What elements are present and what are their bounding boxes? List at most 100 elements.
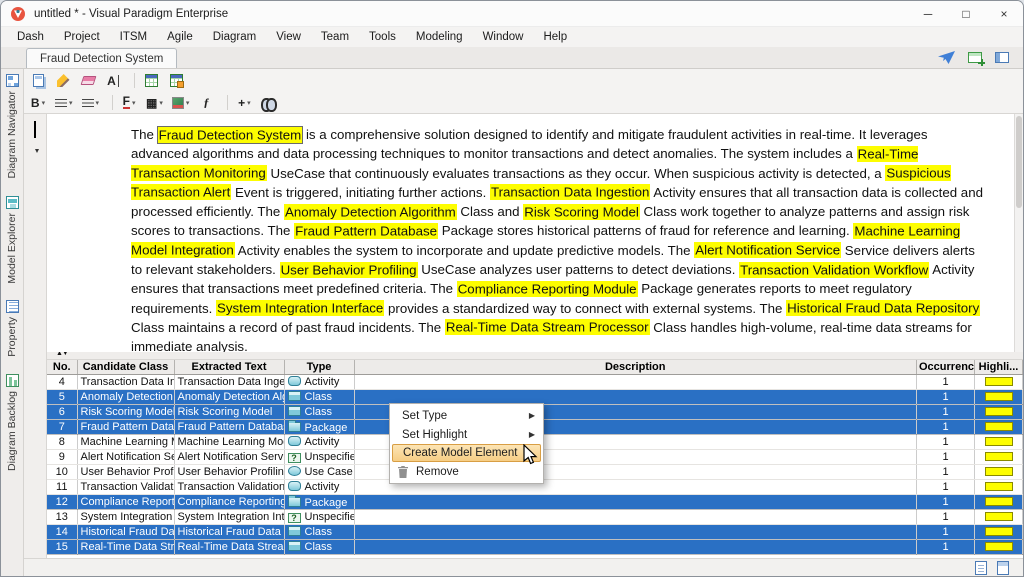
highlight-term[interactable]: Alert Notification Service	[694, 242, 841, 258]
highlight-term[interactable]: Fraud Pattern Database	[294, 223, 438, 239]
menu-view[interactable]: View	[266, 29, 311, 45]
highlight-term[interactable]: Fraud Detection System	[158, 127, 303, 143]
highlight-swatch[interactable]	[985, 467, 1013, 476]
highlight-swatch[interactable]	[985, 452, 1013, 461]
highlight-swatch[interactable]	[985, 542, 1013, 551]
menu-window[interactable]: Window	[473, 29, 534, 45]
publish-icon[interactable]	[938, 51, 955, 64]
sort-toggle[interactable]: ▲▼	[56, 352, 68, 357]
formula-button[interactable]: ƒ	[196, 93, 216, 112]
dropdown-caret-icon: ▾	[186, 99, 190, 107]
table-row[interactable]: 5Anomaly Detection AlgorithmAnomaly Dete…	[47, 389, 1023, 404]
menu-item-set-highlight[interactable]: Set Highlight▶	[392, 425, 541, 444]
column-header-occurrence[interactable]: Occurrence	[917, 360, 975, 374]
menu-team[interactable]: Team	[311, 29, 359, 45]
new-window-icon[interactable]	[968, 52, 982, 63]
menu-tools[interactable]: Tools	[359, 29, 406, 45]
menu-dash[interactable]: Dash	[7, 29, 54, 45]
close-button[interactable]: ×	[985, 1, 1023, 27]
cell-extracted-text: Risk Scoring Model	[174, 404, 284, 419]
highlight-term[interactable]: Transaction Data Ingestion	[490, 184, 650, 200]
tab-fraud-detection-system[interactable]: Fraud Detection System	[26, 48, 177, 68]
highlight-term[interactable]: Transaction Validation Workflow	[739, 262, 929, 278]
menu-project[interactable]: Project	[54, 29, 110, 45]
highlight-swatch[interactable]	[985, 422, 1013, 431]
plain-text: provides a standardized way to connect w…	[384, 301, 786, 316]
status-bar-icons	[975, 561, 1023, 575]
menu-diagram[interactable]: Diagram	[203, 29, 266, 45]
unspecified-type-icon: ?	[288, 453, 301, 463]
grid-doc-icon[interactable]	[997, 561, 1009, 575]
sidebar-tab-model-explorer[interactable]: Model Explorer	[6, 196, 19, 284]
maximize-button[interactable]: □	[947, 1, 985, 27]
menu-help[interactable]: Help	[533, 29, 577, 45]
type-label: Class	[305, 526, 333, 538]
tab-label: Fraud Detection System	[40, 53, 163, 65]
highlight-swatch[interactable]	[985, 482, 1013, 491]
table-row[interactable]: 15Real-Time Data Stream ProcessorReal-Ti…	[47, 539, 1023, 554]
bold-button[interactable]: B▾	[28, 93, 48, 112]
table-row[interactable]: 12Compliance Reporting ModuleCompliance …	[47, 494, 1023, 509]
eraser-button[interactable]	[78, 71, 98, 90]
fill-color-button[interactable]: ▾	[170, 93, 192, 112]
highlighter-button[interactable]	[53, 71, 73, 90]
highlight-term[interactable]: Real-Time Data Stream Processor	[445, 319, 650, 335]
table-button[interactable]: ▦▾	[144, 93, 165, 112]
sidebar-tab-label: Model Explorer	[6, 213, 18, 284]
sidebar-tab-label: Diagram Backlog	[6, 391, 18, 471]
panel-view-icon[interactable]	[995, 52, 1009, 63]
highlight-term[interactable]: User Behavior Profiling	[280, 262, 418, 278]
highlight-swatch[interactable]	[985, 377, 1013, 386]
column-header-no[interactable]: No.	[47, 360, 77, 374]
menu-agile[interactable]: Agile	[157, 29, 203, 45]
sidebar-tab-diagram-backlog[interactable]: Diagram Backlog	[6, 374, 19, 471]
generate-crc-button[interactable]	[141, 71, 161, 90]
menu-item-remove[interactable]: Remove	[392, 462, 541, 481]
table-row[interactable]: 13System Integration InterfaceSystem Int…	[47, 509, 1023, 524]
submenu-arrow-icon: ▶	[529, 411, 535, 420]
description-doc-icon[interactable]	[975, 561, 987, 575]
minimize-button[interactable]: ─	[909, 1, 947, 27]
generate-table-button[interactable]	[166, 71, 186, 90]
highlight-swatch[interactable]	[985, 437, 1013, 446]
column-header-extracted-text[interactable]: Extracted Text	[174, 360, 284, 374]
highlight-swatch[interactable]	[985, 497, 1013, 506]
highlight-term[interactable]: Risk Scoring Model	[523, 204, 640, 220]
column-header-type[interactable]: Type	[284, 360, 354, 374]
menu-item-set-type[interactable]: Set Type▶	[392, 406, 541, 425]
list-button[interactable]: ▾	[80, 93, 102, 112]
find-button[interactable]	[259, 93, 279, 112]
menu-itsm[interactable]: ITSM	[110, 29, 157, 45]
grid-toggle-button[interactable]	[34, 122, 36, 137]
highlight-swatch[interactable]	[985, 407, 1013, 416]
table-row[interactable]: 4Transaction Data IngestionTransaction D…	[47, 374, 1023, 389]
table-row[interactable]: 14Historical Fraud Data RepositoryHistor…	[47, 524, 1023, 539]
highlight-term[interactable]: Compliance Reporting Module	[457, 281, 638, 297]
highlight-swatch[interactable]	[985, 392, 1013, 401]
cell-no: 9	[47, 449, 77, 464]
cell-no: 11	[47, 479, 77, 494]
copy-table-button[interactable]	[28, 71, 48, 90]
sidebar-tab-diagram-navigator[interactable]: Diagram Navigator	[6, 74, 19, 179]
cell-candidate-class: Fraud Pattern Database	[77, 419, 174, 434]
text-tool-button[interactable]: A	[103, 71, 123, 90]
column-header-highli[interactable]: Highli...	[975, 360, 1023, 374]
highlight-term[interactable]: Anomaly Detection Algorithm	[284, 204, 457, 220]
app-logo-icon[interactable]	[10, 6, 26, 22]
menu-item-create-model-element[interactable]: Create Model Element	[392, 444, 541, 462]
vertical-scrollbar[interactable]	[1014, 114, 1023, 352]
align-button[interactable]: ▾	[53, 93, 75, 112]
column-header-description[interactable]: Description	[354, 360, 917, 374]
highlight-term[interactable]: System Integration Interface	[216, 300, 384, 316]
highlight-swatch[interactable]	[985, 527, 1013, 536]
highlight-swatch[interactable]	[985, 512, 1013, 521]
font-color-button[interactable]: F▾	[119, 93, 139, 112]
cell-highlight	[975, 449, 1023, 464]
column-header-candidate-class[interactable]: Candidate Class	[77, 360, 174, 374]
sidebar-tab-property[interactable]: Property	[6, 300, 19, 357]
text-editor[interactable]: The Fraud Detection System is a comprehe…	[47, 114, 1014, 352]
highlight-term[interactable]: Historical Fraud Data Repository	[786, 300, 980, 316]
add-button[interactable]: +▾	[234, 93, 254, 112]
menu-modeling[interactable]: Modeling	[406, 29, 473, 45]
scrollbar-thumb[interactable]	[1016, 116, 1022, 208]
